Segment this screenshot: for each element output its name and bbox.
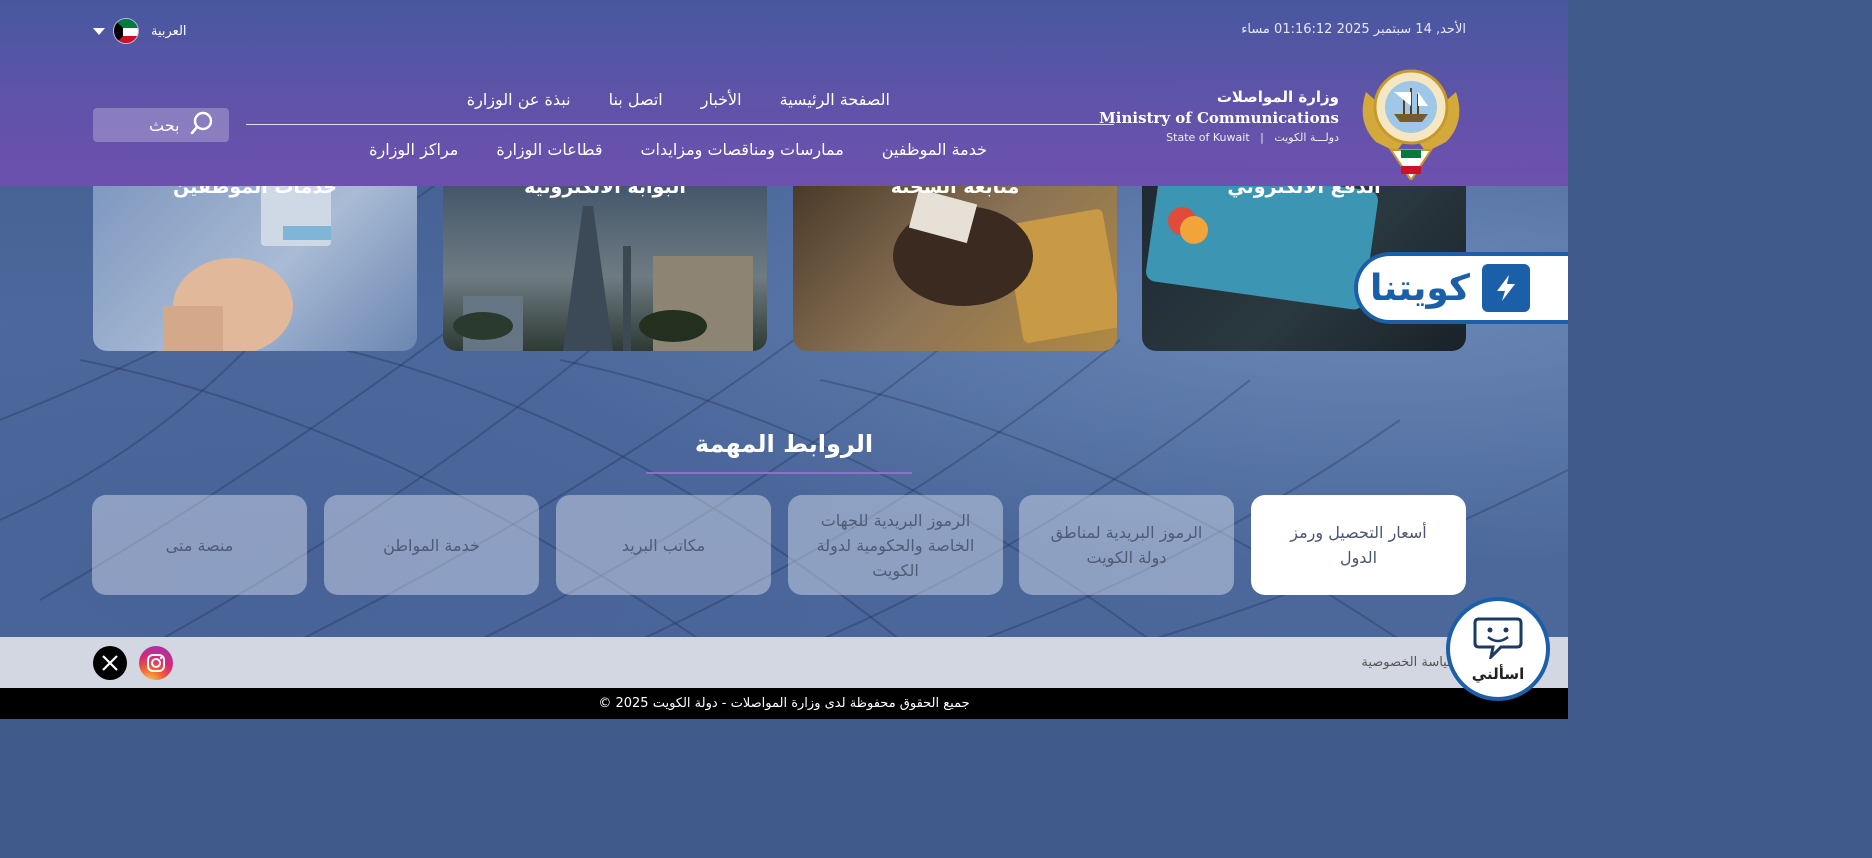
service-card-e-portal[interactable]: البوابة الالكترونية [443,186,767,351]
nav-employee-services[interactable]: خدمة الموظفين [882,140,987,159]
service-card-title: البوابة الالكترونية [524,186,686,198]
privacy-policy-link[interactable]: سياسة الخصوصية [1361,655,1458,670]
kuwait-emblem-logo[interactable] [1356,62,1466,182]
nav-divider [246,124,1114,125]
state-name-english: State of Kuwait [1166,131,1250,144]
search-label: بحث [149,115,180,135]
link-card-mata-platform[interactable]: منصة متى [92,495,307,595]
language-selector[interactable]: العربية [93,16,187,46]
main-nav-primary: الصفحة الرئيسية الأخبار اتصل بنا نبذة عن… [467,90,890,109]
card-image-parcel-handover [893,188,1117,343]
nav-centers[interactable]: مراكز الوزارة [369,140,458,159]
language-label[interactable]: العربية [151,24,187,39]
nav-tenders[interactable]: ممارسات ومناقصات ومزايدات [640,140,843,159]
link-card-post-offices[interactable]: مكاتب البريد [556,495,771,595]
service-card-shipment-tracking[interactable]: متابعة الشحنة [793,186,1117,351]
chat-label: اسألني [1471,665,1525,683]
copyright-bar: جميع الحقوق محفوظة لدى وزارة المواصلات -… [0,688,1568,719]
link-card-postal-codes-areas[interactable]: الرموز البريدية لمناطق دولة الكويت [1019,495,1234,595]
current-datetime: الأحد, 14 سبتمبر 2025 01:16:12 مساء [1241,22,1466,37]
nav-about[interactable]: نبذة عن الوزارة [467,90,571,109]
main-nav-secondary: خدمة الموظفين ممارسات ومناقصات ومزايدات … [369,140,987,159]
state-separator: | [1253,131,1271,144]
copyright-text: جميع الحقوق محفوظة لدى وزارة المواصلات -… [598,696,970,711]
instagram-icon[interactable] [139,646,173,680]
service-card-title: متابعة الشحنة [890,186,1020,198]
ask-me-chatbot-button[interactable]: اسألني [1446,597,1550,701]
link-card-citizen-service[interactable]: خدمة المواطن [324,495,539,595]
important-links-title: الروابط المهمة [694,430,874,458]
nav-contact[interactable]: اتصل بنا [609,90,663,109]
nav-sectors[interactable]: قطاعات الوزارة [496,140,602,159]
ministry-title: وزارة المواصلات Ministry of Communicatio… [1079,88,1339,144]
nav-home[interactable]: الصفحة الرئيسية [780,90,890,109]
service-card-employee-services[interactable]: خدمات الموظفين [93,186,417,351]
ministry-name-english: Ministry of Communications [1099,109,1339,127]
card-image-city-skyline [453,206,753,351]
important-links-underline [646,472,912,474]
state-name-arabic: دولـــة الكويت [1274,131,1339,144]
search-button[interactable]: بحث [93,108,229,142]
service-card-title: الدفع الالكتروني [1227,186,1381,198]
service-card-title: خدمات الموظفين [173,186,337,198]
x-twitter-icon[interactable] [93,646,127,680]
card-image-hand-with-card [163,186,331,351]
state-subtitle: State of Kuwait | دولـــة الكويت [1079,131,1339,144]
nav-news[interactable]: الأخبار [701,90,742,109]
kuwaitna-badge[interactable]: كويتنا [1354,252,1568,324]
search-icon [190,111,214,139]
kuwait-flag-icon [113,18,139,44]
site-header: الأحد, 14 سبتمبر 2025 01:16:12 مساء العر… [0,0,1568,186]
lightning-icon [1481,264,1530,312]
link-card-tariffs-country-codes[interactable]: أسعار التحصيل ورمز الدول [1251,495,1466,595]
footer-bar [0,637,1568,688]
link-card-postal-codes-entities[interactable]: الرموز البريدية للجهات الخاصة والحكومية … [788,495,1003,595]
chevron-down-icon[interactable] [93,27,105,35]
ministry-name-arabic: وزارة المواصلات [1216,88,1339,106]
kuwaitna-label: كويتنا [1370,267,1470,309]
chat-bubble-icon [1473,615,1523,663]
